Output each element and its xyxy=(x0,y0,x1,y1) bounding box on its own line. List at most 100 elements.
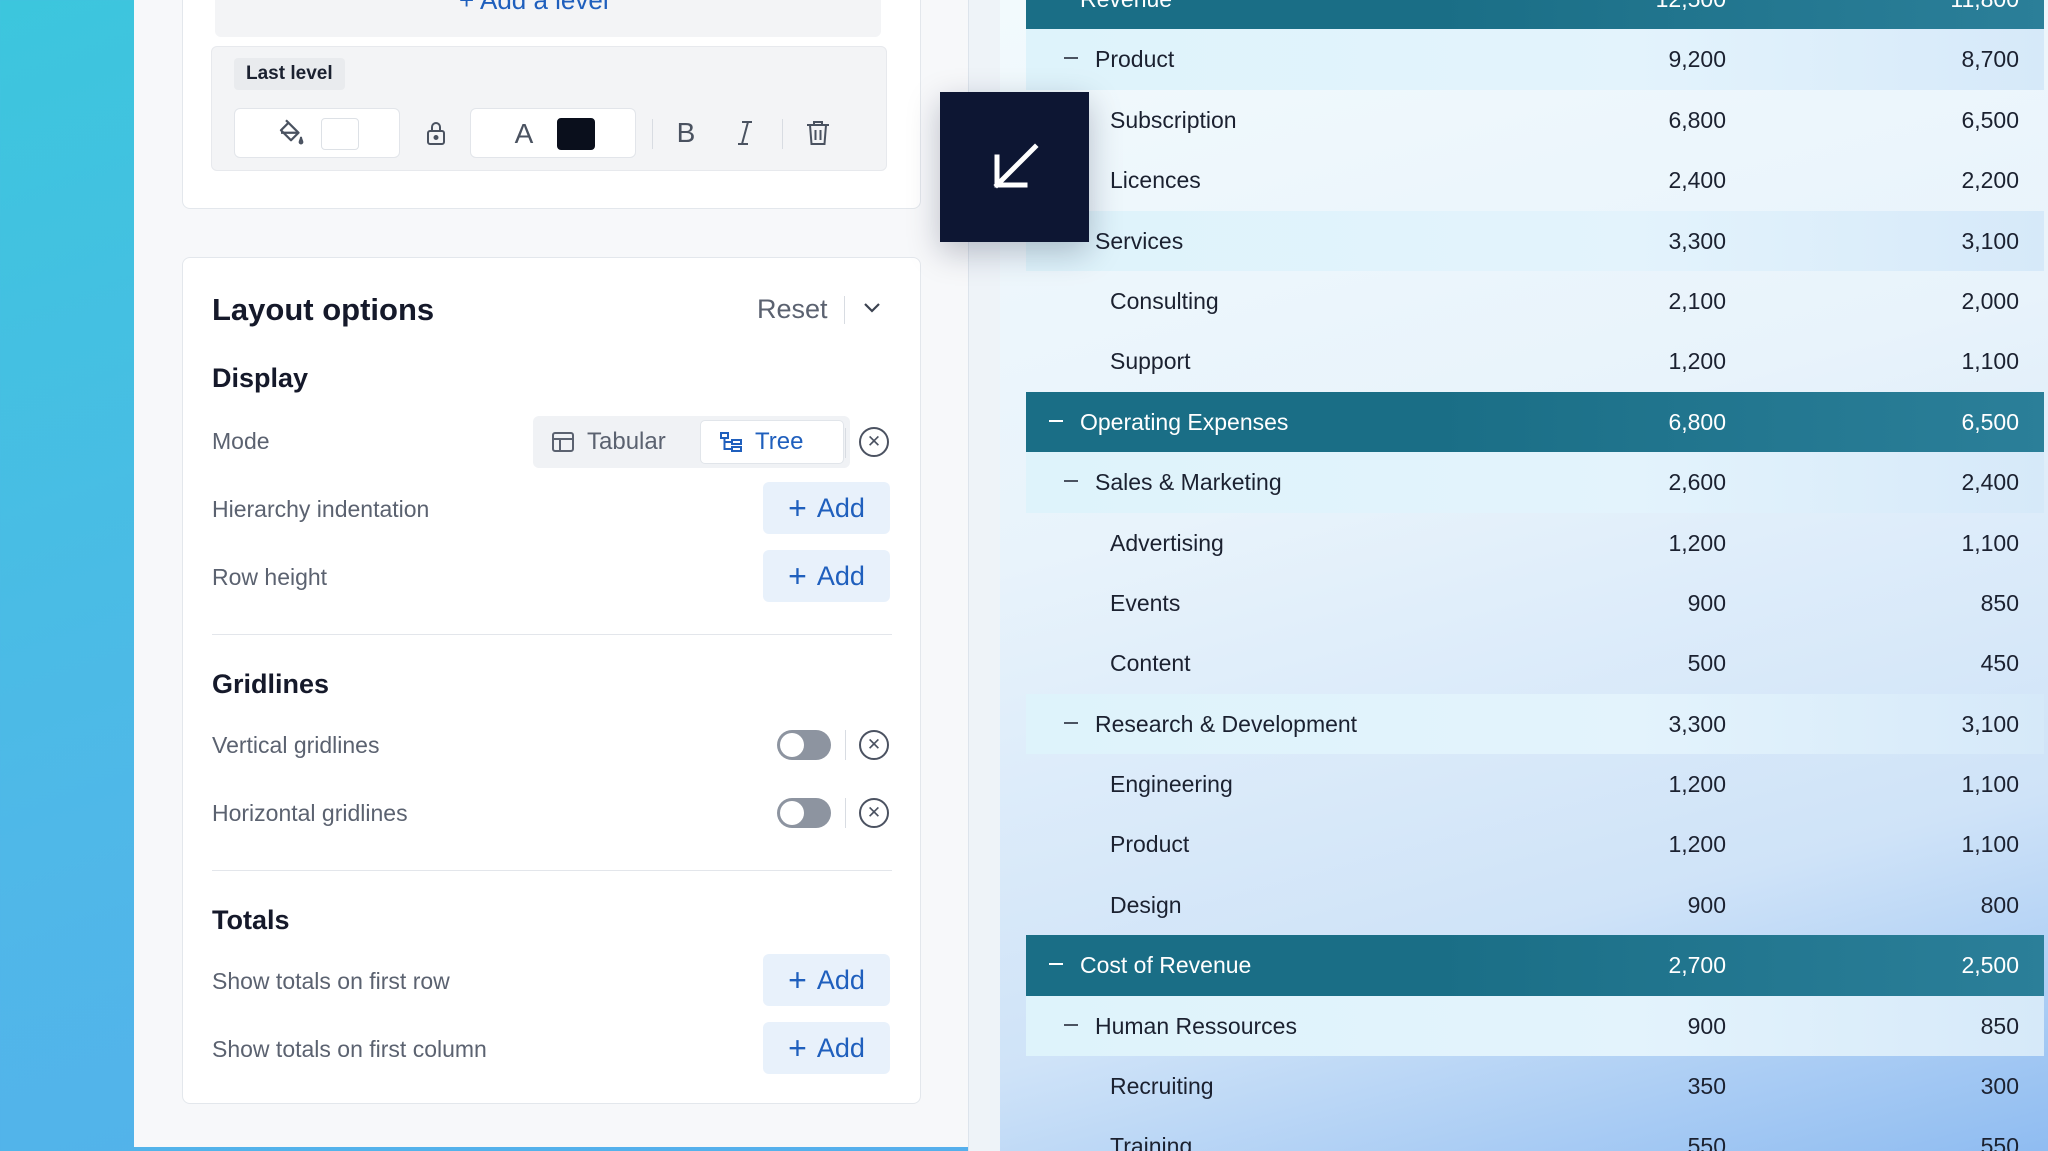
table-row[interactable]: Advertising 1,200 1,100 xyxy=(1026,513,2044,573)
bold-icon[interactable]: B xyxy=(668,108,704,158)
add-level-button[interactable]: + Add a level xyxy=(459,0,609,16)
vertical-gridlines-toggle[interactable] xyxy=(777,730,831,760)
collapse-panel-button[interactable] xyxy=(940,92,1089,242)
italic-icon[interactable] xyxy=(727,108,763,158)
add-label: Add xyxy=(816,1032,865,1063)
row-label: Sales & Marketing xyxy=(1095,469,1282,496)
row-value-col2: 11,800 xyxy=(1950,0,2019,29)
horizontal-gridlines-toggle[interactable] xyxy=(777,798,831,828)
table-row[interactable]: Cost of Revenue 2,700 2,500 xyxy=(1026,935,2044,996)
row-label: Advertising xyxy=(1110,529,1224,556)
table-row[interactable]: Operating Expenses 6,800 6,500 xyxy=(1026,391,2044,453)
row-value-col1: 900 xyxy=(1687,589,1726,616)
table-row[interactable]: Engineering 1,200 1,100 xyxy=(1026,754,2044,814)
row-label: Operating Expenses xyxy=(1080,408,1289,435)
collapse-minus-icon[interactable] xyxy=(1049,419,1063,422)
row-value-col1: 1,200 xyxy=(1668,831,1726,858)
table-row[interactable]: Product 1,200 1,100 xyxy=(1026,814,2044,874)
clear-horizontal-gridlines-icon[interactable]: ✕ xyxy=(859,798,889,828)
row-label: Product xyxy=(1110,831,1190,858)
table-row[interactable]: Design 900 800 xyxy=(1026,875,2044,935)
text-color-picker[interactable]: A xyxy=(470,108,636,158)
table-row[interactable]: Recruiting 350 300 xyxy=(1026,1056,2044,1116)
totals-first-row-add-button[interactable]: + Add xyxy=(763,954,890,1006)
last-level-tag: Last level xyxy=(234,58,345,90)
table-row[interactable]: Events 900 850 xyxy=(1026,573,2044,633)
paint-bucket-icon xyxy=(273,109,309,159)
row-value-col1: 900 xyxy=(1687,1012,1726,1039)
clear-vertical-gridlines-icon[interactable]: ✕ xyxy=(859,730,889,760)
row-value-col2: 6,500 xyxy=(1961,106,2019,133)
row-label: Recruiting xyxy=(1110,1073,1214,1100)
row-value-col2: 1,100 xyxy=(1961,771,2019,798)
table-row[interactable]: Research & Development 3,300 3,100 xyxy=(1026,693,2044,755)
mode-tabular-option[interactable]: Tabular xyxy=(551,416,666,468)
chevron-down-icon[interactable] xyxy=(862,298,882,323)
row-value-col2: 300 xyxy=(1980,1073,2019,1100)
hierarchy-indentation-label: Hierarchy indentation xyxy=(212,496,430,522)
table-row[interactable]: Human Ressources 900 850 xyxy=(1026,995,2044,1057)
fill-color-picker[interactable] xyxy=(234,108,400,158)
collapse-minus-icon[interactable] xyxy=(1064,480,1078,483)
table-row[interactable]: Subscription 6,800 6,500 xyxy=(1026,90,2044,150)
table-row[interactable]: Sales & Marketing 2,600 2,400 xyxy=(1026,452,2044,513)
table-row[interactable]: Content 500 450 xyxy=(1026,633,2044,693)
horizontal-gridlines-label: Horizontal gridlines xyxy=(212,800,408,826)
display-section-title: Display xyxy=(212,363,309,393)
plus-icon: + xyxy=(788,1030,807,1066)
text-color-swatch[interactable] xyxy=(557,118,595,150)
row-value-col2: 850 xyxy=(1980,589,2019,616)
row-value-col1: 1,200 xyxy=(1668,348,1726,375)
row-value-col1: 350 xyxy=(1687,1073,1726,1100)
add-level-row: + Add a level xyxy=(215,0,881,37)
section-divider xyxy=(212,634,892,635)
collapse-minus-icon[interactable] xyxy=(1049,963,1063,966)
text-color-icon: A xyxy=(514,118,534,149)
clear-mode-icon[interactable]: ✕ xyxy=(859,427,889,457)
table-row[interactable]: Licences 2,400 2,200 xyxy=(1026,150,2044,210)
collapse-minus-icon[interactable] xyxy=(1064,57,1078,60)
row-value-col2: 3,100 xyxy=(1961,710,2019,737)
trash-icon[interactable] xyxy=(800,108,836,158)
row-label: Cost of Revenue xyxy=(1080,952,1252,979)
row-value-col2: 6,500 xyxy=(1961,408,2019,435)
row-value-col2: 850 xyxy=(1980,1012,2019,1039)
row-value-col1: 900 xyxy=(1687,891,1726,918)
levels-card: + Add a level Last level A B xyxy=(182,0,921,209)
table-row[interactable]: Consulting 2,100 2,000 xyxy=(1026,271,2044,331)
row-value-col1: 2,700 xyxy=(1668,952,1726,979)
row-label: Product xyxy=(1095,46,1175,73)
toggle-divider xyxy=(845,798,846,828)
lock-icon[interactable] xyxy=(418,108,454,158)
totals-first-column-add-button[interactable]: + Add xyxy=(763,1022,890,1074)
row-value-col2: 1,100 xyxy=(1961,348,2019,375)
totals-section-title: Totals xyxy=(212,905,290,935)
hierarchy-indentation-add-button[interactable]: + Add xyxy=(763,482,890,534)
mode-tree-label: Tree xyxy=(755,428,804,455)
add-label: Add xyxy=(816,492,865,523)
row-value-col2: 2,500 xyxy=(1961,952,2019,979)
mode-tree-option-content[interactable]: Tree xyxy=(719,416,803,468)
table-row[interactable]: Services 3,300 3,100 xyxy=(1026,210,2044,271)
row-label: Support xyxy=(1110,348,1191,375)
reset-button[interactable]: Reset xyxy=(757,294,828,325)
row-label: Events xyxy=(1110,589,1181,616)
row-value-col1: 3,300 xyxy=(1668,227,1726,254)
tree-table: Revenue 12,500 11,800 Product 9,200 8,700 Subs… xyxy=(1026,0,2044,1151)
toggle-knob xyxy=(780,733,804,757)
table-row[interactable]: Training 550 550 xyxy=(1026,1116,2044,1151)
table-row[interactable]: Revenue 12,500 11,800 xyxy=(1026,0,2044,30)
fill-color-swatch[interactable] xyxy=(321,118,359,150)
table-icon xyxy=(552,432,574,452)
table-row[interactable]: Product 9,200 8,700 xyxy=(1026,29,2044,90)
row-height-add-button[interactable]: + Add xyxy=(763,550,890,602)
collapse-minus-icon[interactable] xyxy=(1064,1023,1078,1026)
toggle-knob xyxy=(780,801,804,825)
row-value-col1: 550 xyxy=(1687,1133,1726,1151)
row-label: Training xyxy=(1110,1133,1193,1151)
plus-icon: + xyxy=(788,558,807,594)
table-row[interactable]: Support 1,200 1,100 xyxy=(1026,331,2044,391)
mode-divider xyxy=(845,428,846,458)
collapse-minus-icon[interactable] xyxy=(1064,721,1078,724)
row-label: Licences xyxy=(1110,167,1201,194)
